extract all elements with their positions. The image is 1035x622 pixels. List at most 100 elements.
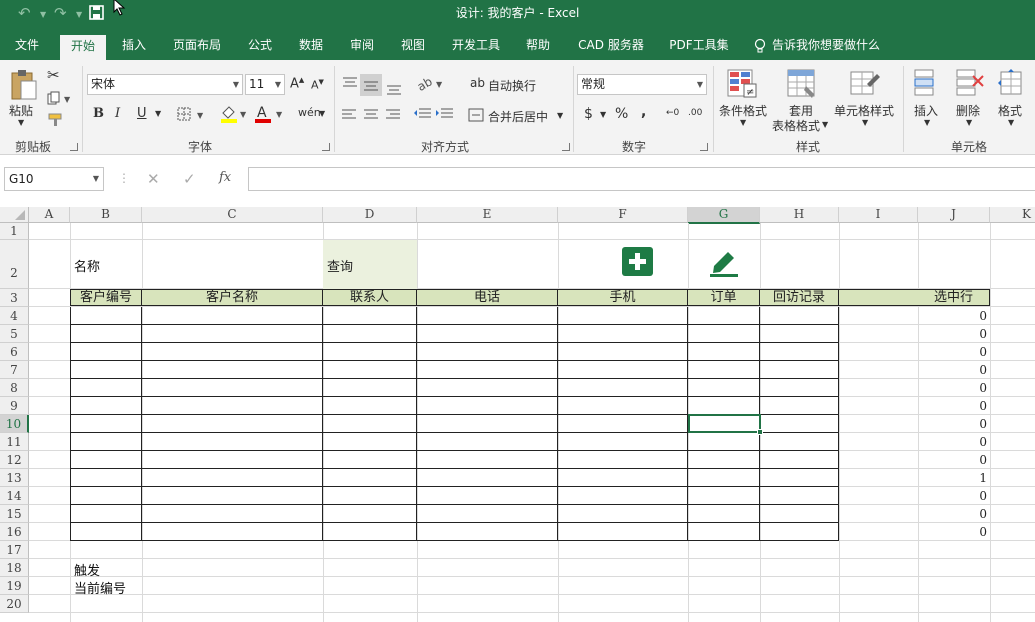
table-cell[interactable] — [142, 487, 323, 505]
row-header-4[interactable]: 4 — [0, 307, 29, 325]
percent-button[interactable]: % — [615, 106, 628, 122]
row-header-11[interactable]: 11 — [0, 433, 29, 451]
currency-dropdown-icon[interactable]: ▼ — [600, 110, 606, 119]
insert-function-icon[interactable]: fx — [219, 170, 231, 185]
tab-help[interactable]: 帮助 — [516, 32, 560, 60]
column-header-g[interactable]: G — [688, 207, 760, 224]
selected-flag-value[interactable]: 0 — [918, 435, 987, 449]
table-header-cell[interactable]: 联系人 — [323, 289, 417, 306]
table-cell[interactable] — [760, 487, 839, 505]
clipboard-launcher-icon[interactable] — [70, 143, 78, 151]
formula-input[interactable] — [248, 167, 1035, 191]
row-header-15[interactable]: 15 — [0, 505, 29, 523]
table-cell[interactable] — [688, 505, 760, 523]
format-dropdown-icon[interactable]: ▼ — [1008, 118, 1014, 127]
row-header-12[interactable]: 12 — [0, 451, 29, 469]
table-cell[interactable] — [558, 397, 688, 415]
table-cell[interactable] — [323, 451, 417, 469]
table-cell[interactable] — [417, 379, 558, 397]
insert-cells-icon[interactable] — [913, 68, 941, 98]
table-cell[interactable] — [760, 379, 839, 397]
table-cell[interactable] — [558, 451, 688, 469]
selected-flag-value[interactable]: 0 — [918, 345, 987, 359]
column-header-h[interactable]: H — [760, 207, 839, 223]
query-button[interactable]: 查询 — [323, 240, 417, 289]
table-cell[interactable] — [70, 505, 142, 523]
selected-flag-value[interactable]: 1 — [918, 471, 987, 485]
table-cell[interactable] — [70, 307, 142, 325]
selected-flag-value[interactable]: 0 — [918, 453, 987, 467]
table-cell[interactable] — [70, 397, 142, 415]
table-cell[interactable] — [142, 379, 323, 397]
name-box[interactable]: G10 ▼ — [4, 167, 104, 191]
table-header-cell[interactable]: 回访记录 — [760, 289, 839, 306]
table-cell[interactable] — [70, 487, 142, 505]
table-cell[interactable] — [760, 397, 839, 415]
bold-button[interactable]: B — [93, 106, 104, 121]
selected-flag-value[interactable]: 0 — [918, 327, 987, 341]
table-cell[interactable] — [760, 505, 839, 523]
underline-button[interactable]: U — [137, 106, 147, 121]
table-cell[interactable] — [417, 325, 558, 343]
table-cell[interactable] — [70, 379, 142, 397]
table-cell[interactable] — [760, 451, 839, 469]
font-launcher-icon[interactable] — [322, 143, 330, 151]
table-cell[interactable] — [558, 505, 688, 523]
row-header-20[interactable]: 20 — [0, 595, 29, 613]
table-cell[interactable] — [417, 415, 558, 433]
format-cells-icon[interactable] — [997, 68, 1025, 98]
selected-flag-value[interactable]: 0 — [918, 489, 987, 503]
format-button[interactable]: 格式 — [998, 102, 1022, 119]
table-cell[interactable] — [558, 469, 688, 487]
select-all-corner[interactable] — [0, 207, 29, 223]
fill-handle[interactable] — [757, 429, 763, 435]
table-cell[interactable] — [688, 469, 760, 487]
table-cell[interactable] — [558, 487, 688, 505]
delete-dropdown-icon[interactable]: ▼ — [966, 118, 972, 127]
column-header-f[interactable]: F — [558, 207, 688, 223]
table-cell[interactable] — [760, 433, 839, 451]
row-header-2[interactable]: 2 — [0, 240, 29, 289]
table-cell[interactable] — [558, 325, 688, 343]
decrease-font-icon[interactable]: A▼ — [311, 78, 324, 92]
table-cell[interactable] — [142, 397, 323, 415]
table-cell[interactable] — [70, 361, 142, 379]
row-header-7[interactable]: 7 — [0, 361, 29, 379]
table-cell[interactable] — [323, 307, 417, 325]
column-header-c[interactable]: C — [142, 207, 323, 223]
conditional-dropdown-icon[interactable]: ▼ — [740, 118, 746, 127]
table-cell[interactable] — [323, 523, 417, 541]
comma-button[interactable]: , — [641, 104, 646, 120]
cancel-icon[interactable]: ✕ — [147, 170, 160, 188]
fill-color-icon[interactable]: ▼ — [220, 104, 248, 124]
table-header-cell[interactable]: 订单 — [688, 289, 760, 306]
table-cell[interactable] — [760, 415, 839, 433]
cell-styles-button[interactable]: 单元格样式 — [834, 102, 894, 119]
table-cell[interactable] — [417, 433, 558, 451]
format-as-table-label-2[interactable]: 表格格式 — [772, 117, 820, 134]
indent-icons[interactable] — [413, 107, 455, 121]
conditional-formatting-icon[interactable]: ≠ — [726, 68, 758, 100]
conditional-formatting-button[interactable]: 条件格式 — [719, 102, 767, 119]
currency-button[interactable]: $ — [584, 106, 593, 122]
row-header-17[interactable]: 17 — [0, 541, 29, 559]
table-cell[interactable] — [688, 343, 760, 361]
table-cell[interactable] — [70, 343, 142, 361]
selected-flag-value[interactable]: 0 — [918, 399, 987, 413]
spreadsheet-grid[interactable]: ABCDEFGHIJK 1 2 3 4 5 6 7 8 9 10 11 12 13 14 15 16 17 18 1… — [0, 207, 1035, 622]
phonetic-dropdown-icon[interactable]: ▼ — [319, 109, 325, 118]
phonetic-guide-icon[interactable]: wén — [298, 106, 321, 119]
column-header-d[interactable]: D — [323, 207, 417, 223]
tab-home[interactable]: 开始 — [60, 35, 106, 60]
table-cell[interactable] — [70, 523, 142, 541]
merge-center-button[interactable]: 合并后居中 — [488, 108, 548, 125]
table-cell[interactable] — [323, 505, 417, 523]
paste-dropdown-icon[interactable]: ▼ — [18, 118, 24, 127]
table-cell[interactable] — [323, 343, 417, 361]
table-cell[interactable] — [323, 487, 417, 505]
column-header-e[interactable]: E — [417, 207, 558, 223]
row-header-14[interactable]: 14 — [0, 487, 29, 505]
table-cell[interactable] — [417, 397, 558, 415]
enter-icon[interactable]: ✓ — [183, 170, 196, 188]
font-name-select[interactable]: 宋体 ▼ — [87, 74, 243, 95]
